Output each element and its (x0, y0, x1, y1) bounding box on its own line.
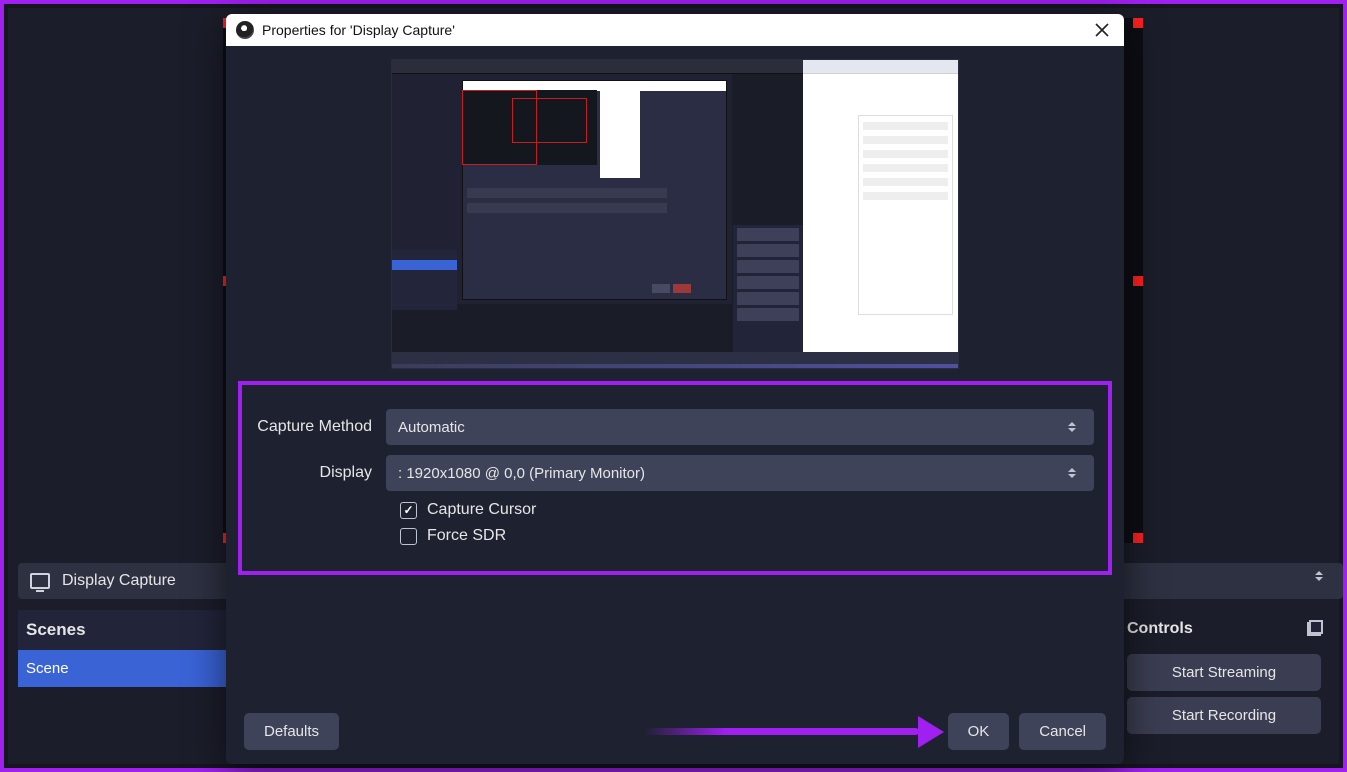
settings-highlight-block: Capture Method Automatic Display : 1920x… (238, 381, 1112, 575)
capture-method-row: Capture Method Automatic (256, 409, 1094, 445)
scenes-title: Scenes (18, 610, 228, 650)
scene-item[interactable]: Scene (18, 650, 228, 687)
dialog-titlebar[interactable]: Properties for 'Display Capture' (226, 14, 1124, 46)
preview-thumbnail (391, 59, 959, 369)
display-row: Display : 1920x1080 @ 0,0 (Primary Monit… (256, 455, 1094, 491)
ok-button[interactable]: OK (948, 713, 1010, 750)
defaults-button[interactable]: Defaults (244, 713, 339, 750)
controls-title: Controls (1127, 620, 1193, 638)
capture-method-select[interactable]: Automatic (386, 409, 1094, 445)
chevron-updown-icon (1068, 463, 1086, 483)
display-label: Display (256, 464, 386, 482)
capture-cursor-row[interactable]: Capture Cursor (400, 501, 1094, 519)
display-select[interactable]: : 1920x1080 @ 0,0 (Primary Monitor) (386, 455, 1094, 491)
resize-handle[interactable] (1133, 533, 1143, 543)
source-preview (226, 46, 1124, 381)
force-sdr-label: Force SDR (427, 527, 506, 545)
obs-logo-icon (236, 21, 254, 39)
spinner-icon[interactable] (1315, 571, 1335, 591)
start-streaming-button[interactable]: Start Streaming (1127, 654, 1321, 691)
force-sdr-checkbox[interactable] (400, 528, 417, 545)
cancel-button[interactable]: Cancel (1019, 713, 1106, 750)
resize-handle[interactable] (1133, 18, 1143, 28)
chevron-updown-icon (1068, 417, 1086, 437)
properties-dialog: Properties for 'Display Capture' (226, 14, 1124, 764)
display-value: : 1920x1080 @ 0,0 (Primary Monitor) (398, 465, 645, 482)
dialog-title: Properties for 'Display Capture' (262, 22, 455, 38)
capture-cursor-checkbox[interactable] (400, 502, 417, 519)
force-sdr-row[interactable]: Force SDR (400, 527, 1094, 545)
controls-panel: Controls Start Streaming Start Recording (1119, 610, 1329, 740)
scenes-panel: Scenes Scene (18, 610, 228, 754)
resize-handle[interactable] (1133, 276, 1143, 286)
capture-cursor-label: Capture Cursor (427, 501, 536, 519)
dialog-button-bar: Defaults OK Cancel (226, 699, 1124, 764)
source-name: Display Capture (62, 572, 176, 590)
popout-icon[interactable] (1307, 622, 1321, 636)
start-recording-button[interactable]: Start Recording (1127, 697, 1321, 734)
close-button[interactable] (1090, 18, 1114, 42)
monitor-icon (30, 573, 50, 589)
capture-method-value: Automatic (398, 419, 465, 436)
capture-method-label: Capture Method (256, 418, 386, 436)
